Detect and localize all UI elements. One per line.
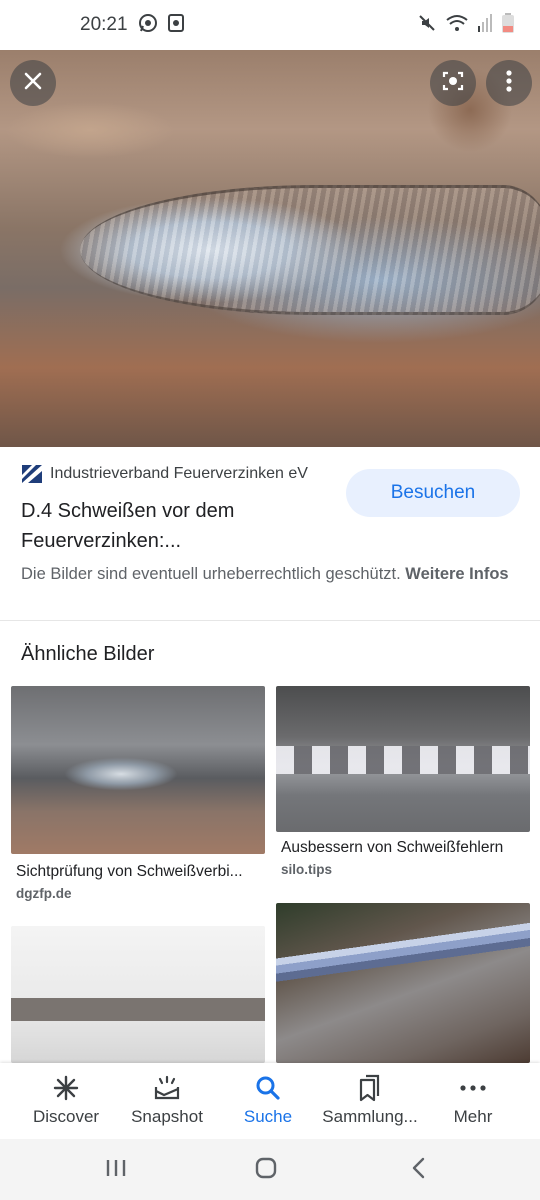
wifi-icon — [446, 14, 468, 37]
lens-button[interactable] — [430, 60, 476, 106]
similar-image-2[interactable] — [276, 686, 530, 832]
recents-button[interactable] — [96, 1157, 136, 1183]
nav-search[interactable]: Suche — [214, 1073, 322, 1127]
copyright-notice: Die Bilder sind eventuell urheberrechtli… — [21, 563, 521, 585]
battery-icon — [502, 12, 514, 38]
back-icon — [411, 1157, 425, 1184]
more-vert-icon — [506, 69, 512, 97]
similar-image-1[interactable] — [11, 686, 265, 854]
recents-icon — [105, 1158, 127, 1183]
more-horiz-icon — [460, 1073, 486, 1103]
status-time: 20:21 — [80, 14, 128, 35]
whatsapp-icon — [138, 13, 158, 38]
nav-label: Sammlung... — [322, 1107, 418, 1126]
similar-caption-2[interactable]: Ausbessern von Schweißfehlern — [281, 839, 525, 857]
back-button[interactable] — [398, 1157, 438, 1183]
source-logo-icon — [22, 465, 42, 483]
nav-label: Discover — [32, 1107, 100, 1126]
similar-source-2: silo.tips — [281, 862, 333, 877]
close-button[interactable] — [10, 60, 56, 106]
more-options-button[interactable] — [486, 60, 532, 106]
hero-image[interactable] — [0, 50, 540, 447]
system-navigation-bar — [0, 1139, 540, 1200]
nav-label: Suche — [243, 1107, 293, 1126]
collections-icon — [358, 1073, 382, 1103]
similar-image-3[interactable] — [11, 926, 265, 1063]
weld-bead-region — [80, 185, 540, 315]
search-icon — [255, 1073, 281, 1103]
mute-icon — [418, 14, 436, 37]
nav-more[interactable]: Mehr — [419, 1073, 527, 1127]
nav-collections[interactable]: Sammlung... — [316, 1073, 424, 1127]
nav-snapshot[interactable]: Snapshot — [113, 1073, 221, 1127]
result-title[interactable]: D.4 Schweißen vor dem Feuerverzinken:... — [21, 496, 321, 556]
similar-caption-1[interactable]: Sichtprüfung von Schweißverbi... — [16, 863, 260, 881]
sim-icon — [167, 13, 184, 37]
source-name: Industrieverband Feuerverzinken eV — [50, 465, 308, 482]
home-icon — [255, 1157, 277, 1184]
visit-button[interactable]: Besuchen — [346, 469, 520, 517]
snapshot-icon — [153, 1073, 181, 1103]
asterisk-icon — [53, 1073, 79, 1103]
copyright-text: Die Bilder sind eventuell urheberrechtli… — [21, 565, 401, 583]
lens-icon — [441, 69, 465, 98]
signal-icon — [478, 13, 492, 37]
similar-image-4[interactable] — [276, 903, 530, 1063]
nav-label: Mehr — [453, 1107, 493, 1126]
similar-images-heading: Ähnliche Bilder — [21, 643, 155, 665]
divider — [0, 620, 540, 621]
similar-source-1: dgzfp.de — [16, 886, 72, 901]
status-bar: 20:21 — [0, 0, 540, 50]
home-button[interactable] — [246, 1157, 286, 1183]
nav-discover[interactable]: Discover — [12, 1073, 120, 1127]
source-info[interactable]: Industrieverband Feuerverzinken eV — [22, 465, 308, 483]
bottom-navigation: Discover Snapshot Suche Sammlung... Mehr — [0, 1063, 540, 1139]
close-icon — [23, 71, 43, 96]
nav-label: Snapshot — [131, 1107, 203, 1126]
more-info-link[interactable]: Weitere Infos — [405, 565, 508, 583]
